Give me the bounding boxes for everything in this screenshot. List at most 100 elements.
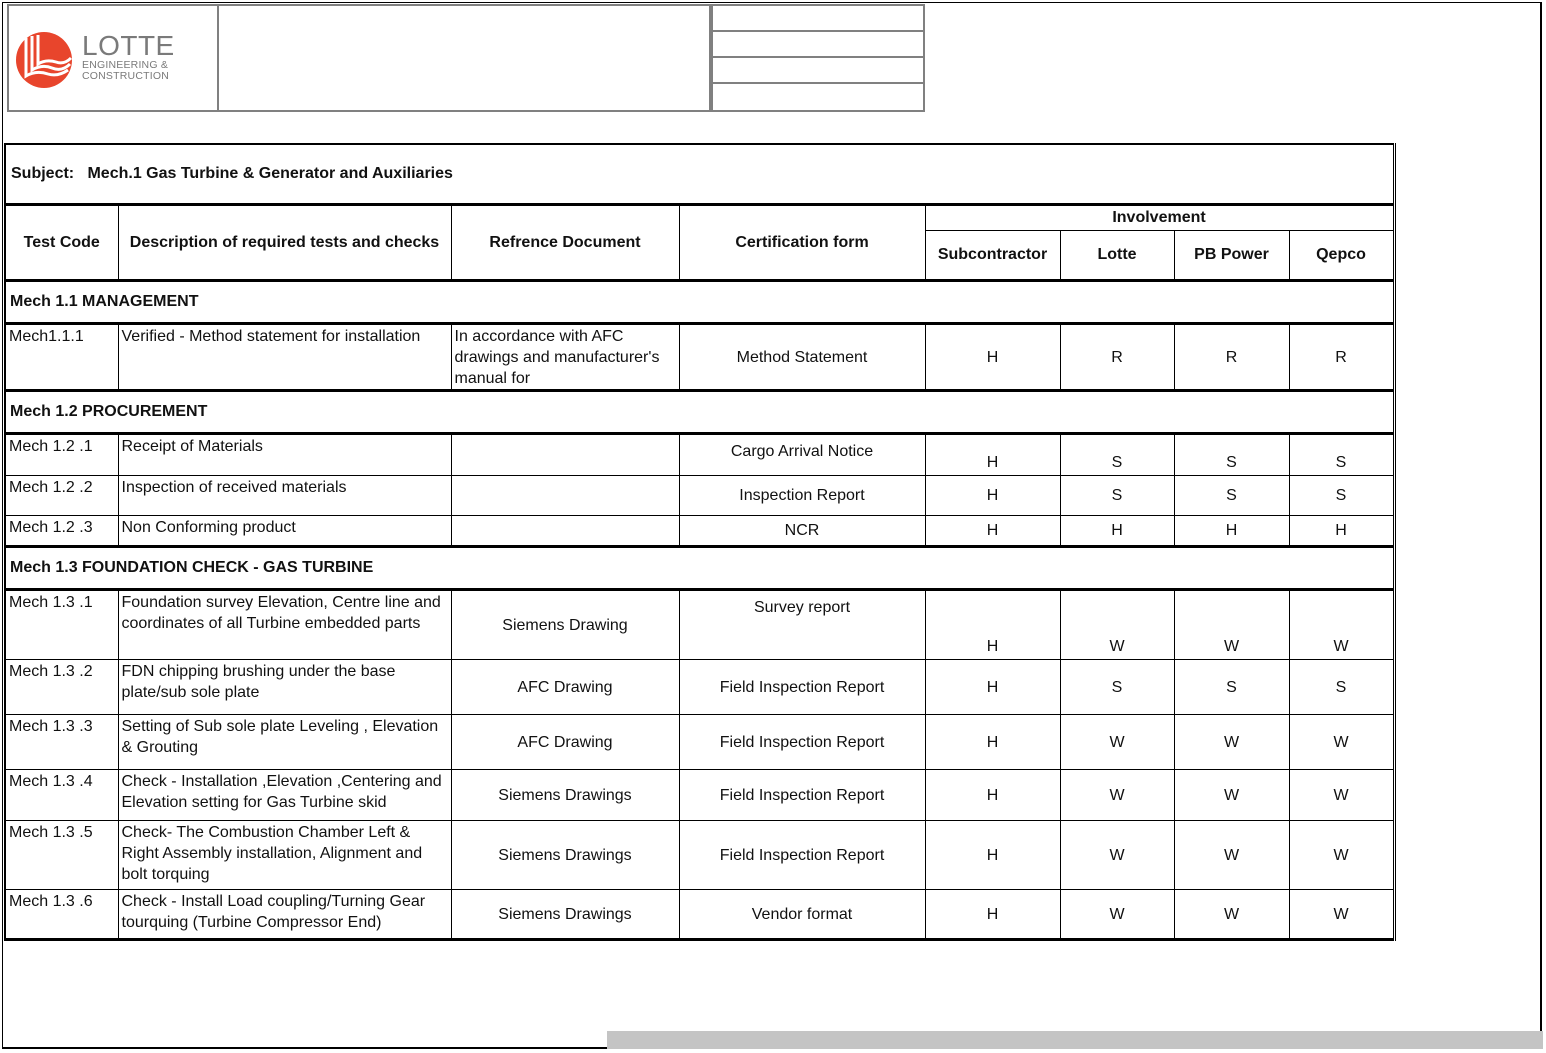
reference-cell: In accordance with AFC drawings and manu… (450, 323, 680, 392)
horizontal-scrollbar[interactable] (607, 1031, 1543, 1049)
section-header-row: Mech 1.3 FOUNDATION CHECK - GAS TURBINE (3, 546, 1396, 591)
involvement-pb-power-cell: W (1173, 820, 1290, 890)
description-cell: Verified - Method statement for installa… (117, 323, 452, 392)
involvement-subcontractor-cell: H (924, 589, 1061, 660)
involvement-qepco-cell: S (1288, 659, 1396, 715)
table-row: Mech 1.3 .4 Check - Installation ,Elevati… (4, 769, 1396, 821)
itp-sheet: Subject: Mech.1 Gas Turbine & Generator … (3, 143, 1396, 941)
revision-cell (711, 4, 925, 30)
reference-cell: Siemens Drawings (450, 820, 680, 890)
test-code-cell: Mech 1.2 .3 (4, 515, 119, 548)
table-row: Mech 1.3 .2 FDN chipping brushing under t… (4, 659, 1396, 715)
logo-wordmark: LOTTE ENGINEERING & CONSTRUCTION (82, 32, 175, 82)
involvement-qepco-cell: W (1288, 889, 1396, 941)
revision-cell (711, 30, 925, 56)
involvement-pb-power-cell: S (1173, 659, 1290, 715)
involvement-pb-power-cell: W (1173, 589, 1290, 660)
description-cell: FDN chipping brushing under the base pla… (117, 659, 452, 715)
document-header: LOTTE ENGINEERING & CONSTRUCTION (7, 4, 925, 114)
involvement-subcontractor-cell: H (924, 433, 1061, 476)
reference-cell (450, 515, 680, 548)
revision-cells (711, 4, 925, 114)
involvement-subcontractor-cell: H (924, 820, 1061, 890)
reference-cell: Siemens Drawings (450, 889, 680, 941)
section-title: Mech 1.2 PROCUREMENT (3, 390, 1396, 435)
table-row: Mech 1.2 .3 Non Conforming product NCR H H H H (4, 515, 1396, 548)
section-title: Mech 1.1 MANAGEMENT (3, 280, 1396, 325)
involvement-pb-power-cell: H (1173, 515, 1290, 548)
involvement-qepco-cell: H (1288, 515, 1396, 548)
test-code-cell: Mech 1.3 .2 (4, 659, 119, 715)
test-code-cell: Mech 1.3 .4 (4, 769, 119, 821)
certification-form-cell: Method Statement (678, 323, 926, 392)
certification-form-cell: NCR (678, 515, 926, 548)
test-code-cell: Mech 1.3 .3 (4, 714, 119, 770)
logo-name: LOTTE (82, 30, 175, 61)
involvement-subcontractor-cell: H (924, 714, 1061, 770)
logo-cell: LOTTE ENGINEERING & CONSTRUCTION (7, 4, 219, 112)
reference-cell: AFC Drawing (450, 714, 680, 770)
col-pb-power: PB Power (1173, 230, 1290, 282)
involvement-qepco-cell: R (1288, 323, 1396, 392)
reference-cell: Siemens Drawings (450, 769, 680, 821)
description-cell: Receipt of Materials (117, 433, 452, 476)
section-title: Mech 1.3 FOUNDATION CHECK - GAS TURBINE (3, 546, 1396, 591)
reference-cell (450, 475, 680, 516)
involvement-pb-power-cell: S (1173, 433, 1290, 476)
section-header-row: Mech 1.2 PROCUREMENT (3, 390, 1396, 435)
involvement-qepco-cell: S (1288, 475, 1396, 516)
revision-cell (711, 56, 925, 82)
certification-form-cell: Field Inspection Report (678, 769, 926, 821)
involvement-pb-power-cell: R (1173, 323, 1290, 392)
description-cell: Check - Install Load coupling/Turning Ge… (117, 889, 452, 941)
involvement-subcontractor-cell: H (924, 515, 1061, 548)
involvement-qepco-cell: W (1288, 769, 1396, 821)
involvement-lotte-cell: H (1059, 515, 1175, 548)
involvement-qepco-cell: W (1288, 820, 1396, 890)
certification-form-cell: Field Inspection Report (678, 820, 926, 890)
test-code-cell: Mech 1.3 .5 (4, 820, 119, 890)
col-involvement: Involvement (924, 203, 1396, 231)
involvement-lotte-cell: R (1059, 323, 1175, 392)
certification-form-cell: Inspection Report (678, 475, 926, 516)
col-lotte: Lotte (1059, 230, 1175, 282)
col-reference: Refrence Document (450, 203, 680, 282)
column-header-row: Test Code Description of required tests … (4, 203, 1396, 282)
involvement-lotte-cell: W (1059, 820, 1175, 890)
reference-cell: Siemens Drawing (450, 589, 680, 660)
certification-form-cell: Field Inspection Report (678, 659, 926, 715)
table-row: Mech 1.3 .6 Check - Install Load coupling… (4, 889, 1396, 941)
involvement-lotte-cell: S (1059, 475, 1175, 516)
involvement-pb-power-cell: W (1173, 769, 1290, 821)
table-row: Mech 1.3 .3 Setting of Sub sole plate Lev… (4, 714, 1396, 770)
certification-form-cell: Cargo Arrival Notice (678, 433, 926, 476)
col-subcontractor: Subcontractor (924, 230, 1061, 282)
table-row: Mech 1.2 .1 Receipt of Materials Cargo Arr… (4, 433, 1396, 476)
table-row: Mech 1.3 .5 Check- The Combustion Chamber… (4, 820, 1396, 890)
involvement-qepco-cell: S (1288, 433, 1396, 476)
involvement-subcontractor-cell: H (924, 769, 1061, 821)
involvement-subcontractor-cell: H (924, 659, 1061, 715)
certification-form-cell: Vendor format (678, 889, 926, 941)
subject-value: Mech.1 Gas Turbine & Generator and Auxil… (87, 165, 453, 182)
involvement-qepco-cell: W (1288, 714, 1396, 770)
logo-line2: CONSTRUCTION (82, 70, 169, 82)
reference-cell: AFC Drawing (450, 659, 680, 715)
certification-form-cell: Survey report (678, 589, 926, 660)
description-cell: Inspection of received materials (117, 475, 452, 516)
col-qepco: Qepco (1288, 230, 1396, 282)
involvement-pb-power-cell: W (1173, 889, 1290, 941)
test-code-cell: Mech 1.2 .1 (4, 433, 119, 476)
involvement-pb-power-cell: W (1173, 714, 1290, 770)
title-cell (218, 4, 711, 112)
test-code-cell: Mech 1.2 .2 (4, 475, 119, 516)
involvement-lotte-cell: S (1059, 659, 1175, 715)
involvement-pb-power-cell: S (1173, 475, 1290, 516)
table-row: Mech1.1.1 Verified - Method statement for… (4, 323, 1396, 392)
subject-label: Subject: (11, 165, 75, 182)
description-cell: Check- The Combustion Chamber Left & Rig… (117, 820, 452, 890)
test-code-cell: Mech 1.3 .1 (4, 589, 119, 660)
involvement-qepco-cell: W (1288, 589, 1396, 660)
description-cell: Setting of Sub sole plate Leveling , Ele… (117, 714, 452, 770)
subject-cell: Subject: Mech.1 Gas Turbine & Generator … (3, 143, 1396, 205)
